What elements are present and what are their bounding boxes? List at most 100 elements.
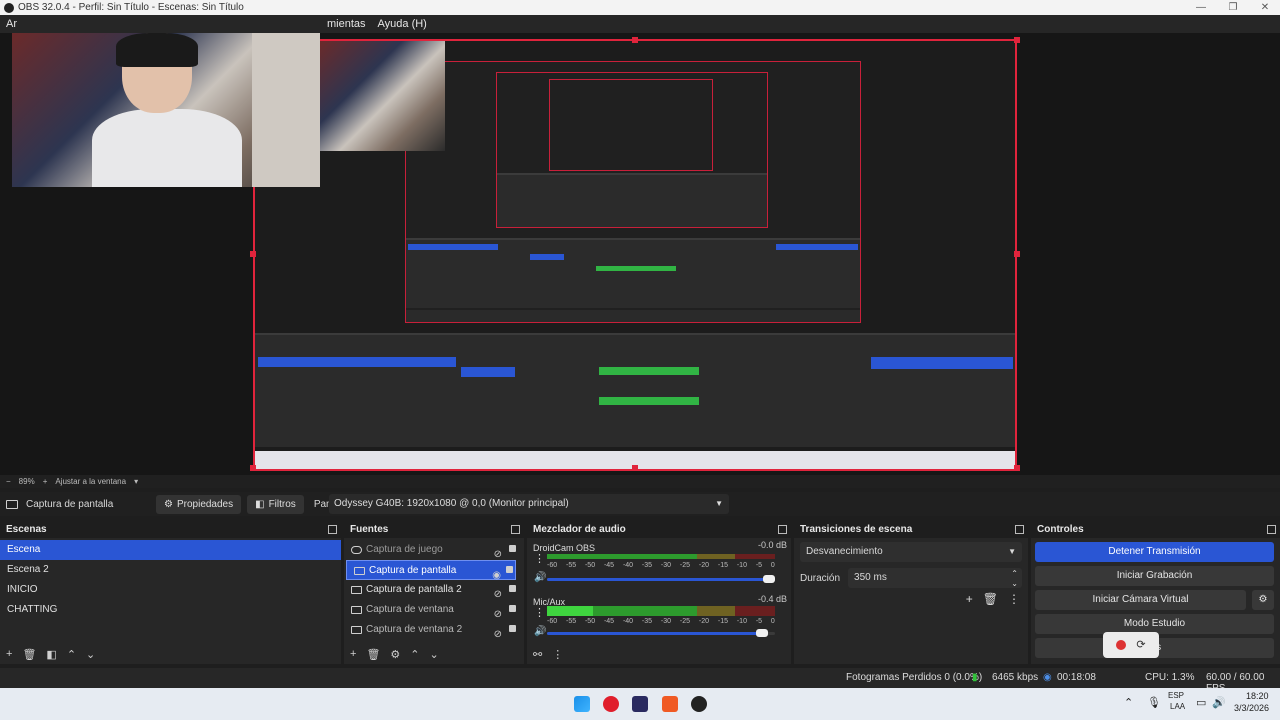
- gear-icon[interactable]: ⚙: [390, 648, 400, 661]
- app-icon[interactable]: [632, 696, 648, 712]
- studio-mode-button[interactable]: Modo Estudio: [1035, 614, 1274, 634]
- transform-handle-right[interactable]: [1014, 251, 1020, 257]
- add-icon[interactable]: +: [350, 648, 356, 660]
- menu-item-archivo[interactable]: Ar: [0, 18, 23, 30]
- clock-date[interactable]: 3/3/2026: [1234, 703, 1269, 713]
- move-down-icon[interactable]: ⌄: [430, 648, 439, 661]
- properties-button[interactable]: ⚙ Propiedades: [156, 494, 242, 514]
- meter-tick-label: -40: [622, 562, 634, 569]
- minimize-icon[interactable]: —: [1186, 0, 1216, 15]
- zoom-out-icon[interactable]: −: [6, 477, 11, 486]
- record-icon[interactable]: [1116, 640, 1127, 650]
- kebab-menu-icon[interactable]: ⋮: [552, 648, 563, 661]
- chevron-up-icon[interactable]: ⌃: [1124, 696, 1133, 709]
- lock-icon[interactable]: [509, 545, 516, 552]
- meter-tick-label: -60: [547, 618, 558, 625]
- meter-tick-label: -25: [679, 562, 691, 569]
- trash-icon[interactable]: 🗑: [366, 648, 380, 661]
- lock-icon[interactable]: [506, 566, 513, 573]
- scene-item[interactable]: INICIO: [0, 580, 341, 600]
- brave-browser-icon[interactable]: [662, 696, 678, 712]
- controls-dock: Controles Detener Transmisión Iniciar Gr…: [1031, 522, 1280, 664]
- volume-handle[interactable]: [756, 629, 768, 637]
- move-up-icon[interactable]: ⌃: [67, 648, 76, 661]
- speaker-icon[interactable]: 🔊: [534, 572, 546, 583]
- speaker-icon[interactable]: 🔊: [534, 626, 546, 637]
- move-up-icon[interactable]: ⌃: [410, 648, 419, 661]
- lock-icon[interactable]: [509, 625, 516, 632]
- transform-handle-bottom[interactable]: [632, 465, 638, 471]
- input-language[interactable]: ESP: [1168, 691, 1184, 700]
- scene-item[interactable]: CHATTING: [0, 600, 341, 620]
- zoom-dropdown-icon[interactable]: ▾: [134, 477, 138, 486]
- lock-icon[interactable]: [509, 605, 516, 612]
- captured-webcam: [320, 41, 445, 151]
- close-icon[interactable]: ✕: [1250, 0, 1280, 15]
- move-down-icon[interactable]: ⌄: [86, 648, 95, 661]
- meter-tick-label: -55: [565, 618, 577, 625]
- stop-streaming-button[interactable]: Detener Transmisión: [1035, 542, 1274, 562]
- link-icon[interactable]: ⚯: [533, 648, 542, 661]
- lock-icon[interactable]: [509, 585, 516, 592]
- undock-icon[interactable]: [1267, 525, 1276, 534]
- transform-handle-bottom-left[interactable]: [250, 465, 256, 471]
- kebab-menu-icon[interactable]: ⋮: [1008, 592, 1020, 606]
- scenes-header: Escenas: [0, 522, 341, 538]
- transform-handle-top-right[interactable]: [1014, 37, 1020, 43]
- virtual-camera-settings-icon[interactable]: ⚙: [1252, 590, 1274, 610]
- source-item[interactable]: Captura de juego ⊘: [344, 540, 524, 560]
- microphone-icon[interactable]: 🎙: [1147, 696, 1161, 709]
- obs-logo-icon: [4, 2, 14, 13]
- undock-icon[interactable]: [778, 525, 787, 534]
- obs-icon[interactable]: [691, 696, 707, 712]
- transition-select[interactable]: Desvanecimiento ▼: [800, 542, 1022, 562]
- filters-button[interactable]: ◧ Filtros: [247, 494, 304, 514]
- add-icon[interactable]: +: [6, 648, 12, 660]
- source-item[interactable]: Captura de pantalla 2 ⊘: [344, 580, 524, 600]
- volume-slider[interactable]: [547, 629, 775, 637]
- eye-hidden-icon[interactable]: ⊘: [494, 625, 502, 645]
- undock-icon[interactable]: [328, 525, 337, 534]
- zoom-in-icon[interactable]: +: [43, 477, 48, 486]
- source-item[interactable]: Captura de ventana ⊘: [344, 600, 524, 620]
- add-icon[interactable]: +: [966, 592, 973, 606]
- webcam-overlay[interactable]: [12, 33, 320, 187]
- transform-handle-top[interactable]: [632, 37, 638, 43]
- transform-handle-bottom-right[interactable]: [1014, 465, 1020, 471]
- menu-item-ayuda[interactable]: Ayuda (H): [372, 18, 433, 30]
- kebab-menu-icon[interactable]: ⋮: [534, 606, 545, 619]
- source-item[interactable]: Captura de ventana 2 ⊘: [344, 620, 524, 640]
- start-recording-button[interactable]: Iniciar Grabación: [1035, 566, 1274, 586]
- windows-start-icon[interactable]: [574, 696, 590, 712]
- display-select[interactable]: Odyssey G40B: 1920x1080 @ 0,0 (Monitor p…: [329, 494, 729, 514]
- duration-input[interactable]: 350 ms ⌃ ⌄: [848, 568, 1022, 588]
- youtube-music-icon[interactable]: [603, 696, 619, 712]
- scene-item[interactable]: Escena 2: [0, 560, 341, 580]
- undock-icon[interactable]: [511, 525, 520, 534]
- volume-icon[interactable]: 🔊: [1212, 696, 1226, 709]
- network-icon[interactable]: ▭: [1196, 696, 1206, 709]
- filters-icon[interactable]: ◧: [46, 648, 56, 661]
- zoom-fit-label[interactable]: Ajustar a la ventana: [55, 477, 126, 486]
- audio-mixer-dock: Mezclador de audio DroidCam OBS -0.0 dB …: [527, 522, 791, 664]
- nested-capture-1: [405, 61, 861, 323]
- preview-canvas[interactable]: [253, 39, 1017, 471]
- menu-item-herramientas[interactable]: mientas: [321, 18, 372, 30]
- maximize-icon[interactable]: ❐: [1218, 0, 1248, 15]
- clock-time[interactable]: 18:20: [1246, 691, 1269, 701]
- transform-handle-left[interactable]: [250, 251, 256, 257]
- settings-button[interactable]: tes ⟳: [1035, 632, 1274, 658]
- trash-icon[interactable]: 🗑: [983, 592, 998, 606]
- undock-icon[interactable]: [1015, 525, 1024, 534]
- kebab-menu-icon[interactable]: ⋮: [534, 552, 545, 565]
- scene-item[interactable]: Escena: [0, 540, 341, 560]
- refresh-icon[interactable]: ⟳: [1136, 635, 1145, 655]
- floating-recorder-widget[interactable]: ⟳: [1103, 632, 1159, 658]
- volume-handle[interactable]: [763, 575, 775, 583]
- spin-down-icon[interactable]: ⌄: [1011, 574, 1018, 594]
- volume-slider[interactable]: [547, 575, 775, 583]
- preview-area[interactable]: [0, 33, 1280, 475]
- start-virtual-camera-button[interactable]: Iniciar Cámara Virtual: [1035, 590, 1246, 610]
- trash-icon[interactable]: 🗑: [22, 648, 36, 661]
- source-item[interactable]: Captura de pantalla ◉: [346, 560, 516, 581]
